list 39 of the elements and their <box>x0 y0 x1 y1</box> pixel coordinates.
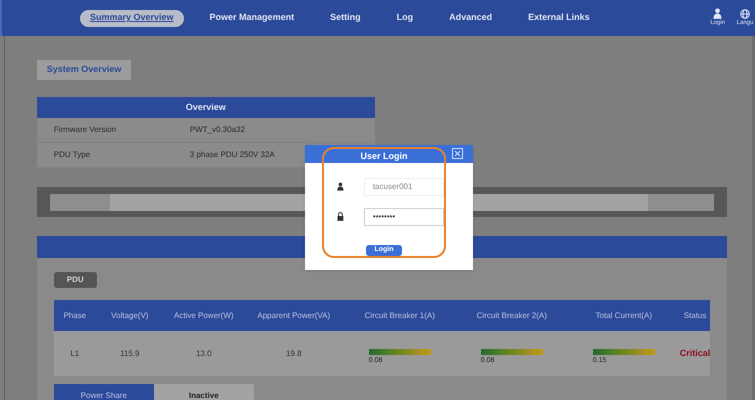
close-button[interactable] <box>452 148 463 159</box>
nav-tab[interactable]: Log <box>386 10 424 26</box>
user-icon <box>713 8 722 19</box>
column-header: Voltage(V) <box>110 310 150 322</box>
column-header: Phase <box>62 310 88 322</box>
nav-tab[interactable]: Power Management <box>200 10 304 26</box>
user-icon <box>337 182 344 191</box>
column-header: Total Current(A) <box>594 310 654 322</box>
username-field[interactable]: tacuser001 <box>364 178 444 196</box>
column-header: Circuit Breaker 2(A) <box>476 310 548 322</box>
column-header: Active Power(W) <box>173 310 235 322</box>
nav-tab[interactable]: Summary Overview <box>80 10 184 26</box>
lock-icon <box>337 212 344 221</box>
tab[interactable]: Inactive <box>154 384 254 400</box>
overview-value: PWT_v0.30a32 <box>190 124 245 136</box>
table-cell-text: 115.9 <box>119 348 140 360</box>
status-text: Critical <box>680 346 710 360</box>
pdu-badge: PDU <box>54 272 97 288</box>
overview-value: 3 phase PDU 250V 32A <box>190 149 275 161</box>
dialog-title: User Login <box>360 150 408 163</box>
nav-tab[interactable]: Advanced <box>439 10 502 26</box>
table-cell-text: 13.0 <box>194 348 213 360</box>
overview-label: Firmware Version <box>52 124 118 136</box>
column-header: Status <box>682 310 708 322</box>
gauge-bar <box>480 349 543 355</box>
column-header: Circuit Breaker 1(A) <box>364 310 436 322</box>
column-header: Apparent Power(VA) <box>256 310 332 322</box>
table-cell-text: 19.8 <box>284 348 303 360</box>
nav-tab[interactable]: Setting <box>320 10 371 26</box>
nav-tab[interactable]: External Links <box>518 10 600 26</box>
globe-icon <box>740 8 750 18</box>
close-icon <box>454 150 461 157</box>
gauge-bar <box>592 349 655 355</box>
gauge-bar <box>368 349 431 355</box>
table-cell-text: L1 <box>69 348 80 360</box>
overview-label: PDU Type <box>52 149 92 161</box>
password-field[interactable]: •••••••• <box>364 208 444 226</box>
overview-header: Overview <box>36 97 375 118</box>
tab[interactable]: Power Share <box>54 384 154 400</box>
